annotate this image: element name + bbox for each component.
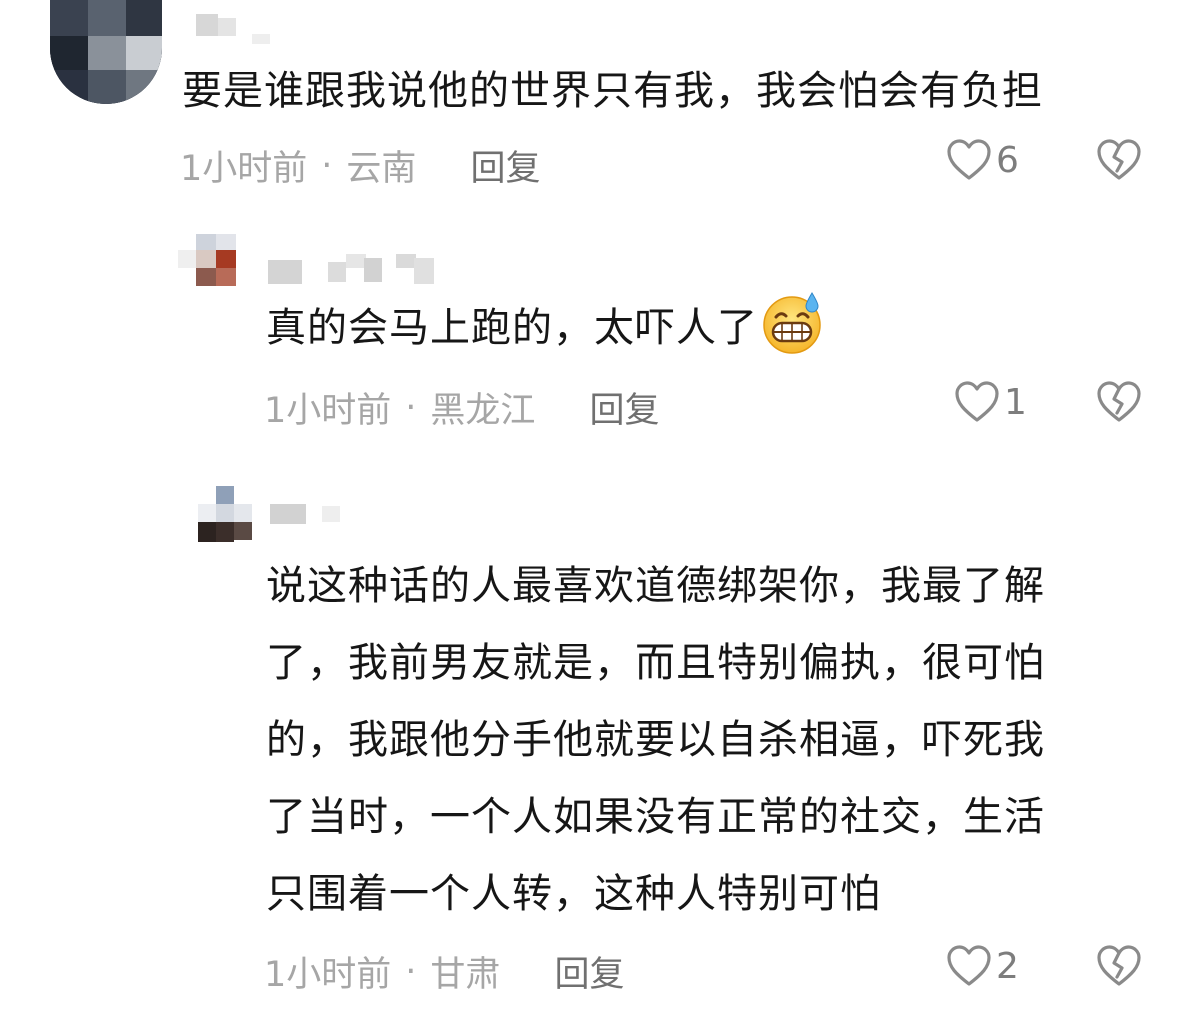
like-count: 1	[1004, 381, 1027, 423]
separator: ·	[405, 951, 417, 992]
like-button[interactable]: 6	[946, 138, 1019, 182]
reply-button[interactable]: 回复	[470, 140, 540, 191]
comment-line: 的，我跟他分手他就要以自杀相逼，吓死我	[266, 717, 1045, 763]
broken-heart-icon	[1096, 139, 1142, 186]
region-label: 甘肃	[430, 955, 501, 995]
heart-outline-icon	[954, 380, 1000, 424]
avatar[interactable]	[50, 0, 162, 104]
comment-meta: 1小时前 · 甘肃 回复	[264, 946, 624, 997]
reply-button[interactable]: 回复	[589, 382, 659, 433]
dislike-button[interactable]	[1096, 138, 1142, 186]
region-label: 黑龙江	[430, 391, 536, 431]
comment-text: 要是谁跟我说他的世界只有我，我会怕会有负担	[182, 68, 1043, 114]
dislike-button[interactable]	[1096, 380, 1142, 428]
dislike-button[interactable]	[1096, 944, 1142, 992]
comment-meta: 1小时前 · 云南 回复	[180, 140, 540, 191]
comment-line: 说这种话的人最喜欢道德绑架你，我最了解	[266, 563, 1045, 609]
reply-button[interactable]: 回复	[554, 946, 624, 997]
timestamp: 1小时前	[264, 391, 392, 431]
comment-line: 了，我前男友就是，而且特别偏执，很可怕	[266, 640, 1045, 686]
heart-outline-icon	[946, 138, 992, 182]
like-button[interactable]: 1	[954, 380, 1027, 424]
like-count: 6	[996, 139, 1019, 181]
broken-heart-icon	[1096, 381, 1142, 428]
heart-outline-icon	[946, 944, 992, 988]
separator: ·	[321, 145, 333, 186]
comment-line: 了当时，一个人如果没有正常的社交，生活	[266, 794, 1045, 840]
grinning-sweat-emoji	[760, 291, 824, 378]
comment-meta: 1小时前 · 黑龙江 回复	[264, 382, 659, 433]
timestamp: 1小时前	[264, 955, 392, 995]
separator: ·	[405, 387, 417, 428]
comment-line: 只围着一个人转，这种人特别可怕	[266, 871, 881, 917]
comment-text-body: 真的会马上跑的，太吓人了	[266, 305, 758, 351]
like-count: 2	[996, 945, 1019, 987]
timestamp: 1小时前	[180, 149, 308, 189]
comment-text: 真的会马上跑的，太吓人了	[266, 291, 824, 378]
broken-heart-icon	[1096, 945, 1142, 992]
region-label: 云南	[346, 149, 417, 189]
like-button[interactable]: 2	[946, 944, 1019, 988]
